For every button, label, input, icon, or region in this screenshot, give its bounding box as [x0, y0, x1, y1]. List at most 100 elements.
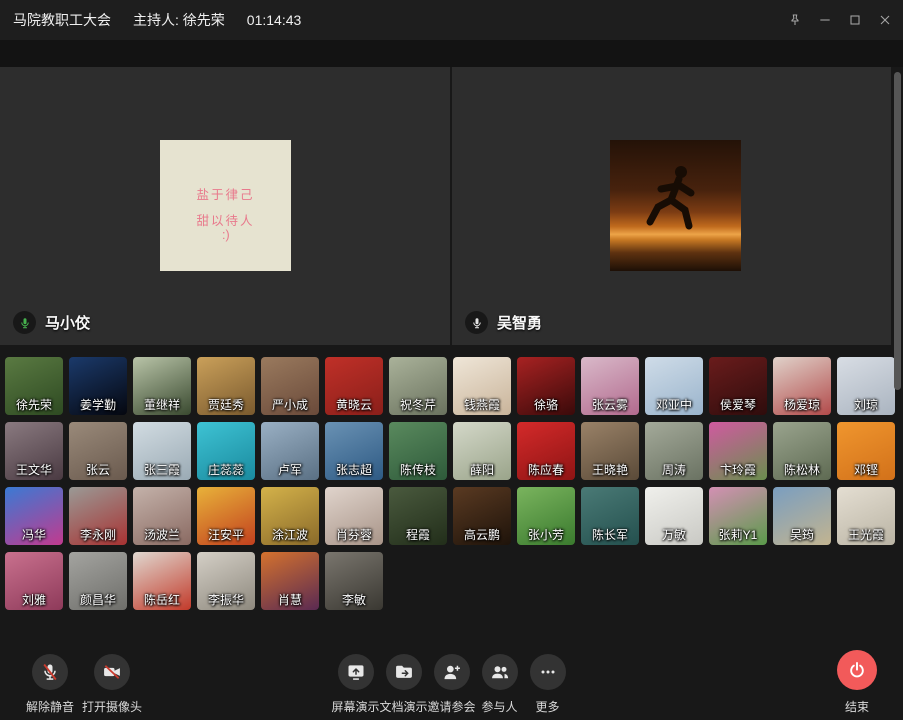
participant-name: 薛阳 [470, 461, 494, 478]
participants-button[interactable]: 参与人 [476, 654, 524, 715]
participant-tile[interactable]: 涂江波 [261, 487, 319, 545]
participant-tile[interactable]: 程霞 [389, 487, 447, 545]
participant-name: 吴筠 [790, 526, 814, 543]
participant-name: 汪安平 [208, 526, 244, 543]
participant-tile[interactable]: 张三霞 [133, 422, 191, 480]
invite-button[interactable]: 邀请参会 [428, 654, 476, 715]
participant-tile[interactable]: 张小芳 [517, 487, 575, 545]
participant-tile[interactable]: 邓亚中 [645, 357, 703, 415]
participant-tile[interactable]: 祝冬芹 [389, 357, 447, 415]
screen-share-button[interactable]: 屏幕演示 [332, 654, 380, 715]
participant-tile[interactable]: 董继祥 [133, 357, 191, 415]
participant-name: 高云鹏 [464, 526, 500, 543]
participant-tile[interactable]: 张云 [69, 422, 127, 480]
participant-name: 邓亚中 [656, 396, 692, 413]
participant-tile[interactable]: 贾廷秀 [197, 357, 255, 415]
participant-tile[interactable]: 徐骆 [517, 357, 575, 415]
stage-name-bar: 吴智勇 [465, 311, 542, 334]
doc-share-button[interactable]: 文档演示 [380, 654, 428, 715]
participant-tile[interactable]: 姜学勤 [69, 357, 127, 415]
power-icon [837, 650, 877, 690]
participant-name: 李永刚 [80, 526, 116, 543]
more-button[interactable]: 更多 [524, 654, 572, 715]
close-icon[interactable] [873, 8, 897, 32]
participant-tile[interactable]: 卞玲霞 [709, 422, 767, 480]
participant-tile[interactable]: 张云雾 [581, 357, 639, 415]
camera-off-icon [94, 654, 130, 690]
participant-tile[interactable]: 汤波兰 [133, 487, 191, 545]
participant-tile[interactable]: 周涛 [645, 422, 703, 480]
participant-tile[interactable]: 薛阳 [453, 422, 511, 480]
participant-name: 徐先荣 [16, 396, 52, 413]
participant-tile[interactable]: 王文华 [5, 422, 63, 480]
participant-tile[interactable]: 王光霞 [837, 487, 895, 545]
stage-tile-wuzhiyong[interactable]: 吴智勇 [452, 67, 891, 345]
maximize-icon[interactable] [843, 8, 867, 32]
participant-tile[interactable]: 刘雅 [5, 552, 63, 610]
participant-name: 万敏 [662, 526, 686, 543]
participant-tile[interactable]: 卢军 [261, 422, 319, 480]
stage-tile-maxiaojiao[interactable]: 盐于律己 甜以待人 :) 马小佼 [0, 67, 450, 345]
camera-on-button[interactable]: 打开摄像头 [82, 654, 142, 715]
participant-tile[interactable]: 李敏 [325, 552, 383, 610]
participant-tile[interactable]: 侯爱琴 [709, 357, 767, 415]
participant-tile[interactable]: 刘琼 [837, 357, 895, 415]
participant-tile[interactable]: 黄晓云 [325, 357, 383, 415]
runner-sunset-image [610, 140, 741, 271]
participant-name: 庄蕊蕊 [208, 461, 244, 478]
participant-name: 钱燕霞 [464, 396, 500, 413]
folder-share-icon [386, 654, 422, 690]
participant-name: 刘琼 [854, 396, 878, 413]
window-controls [783, 0, 897, 40]
participant-tile[interactable]: 李振华 [197, 552, 255, 610]
participant-tile[interactable]: 陈松林 [773, 422, 831, 480]
screen-share-icon [338, 654, 374, 690]
participant-tile[interactable]: 陈传枝 [389, 422, 447, 480]
person-add-icon [434, 654, 470, 690]
participant-tile[interactable]: 徐先荣 [5, 357, 63, 415]
participant-tile[interactable]: 王晓艳 [581, 422, 639, 480]
participant-tile[interactable]: 万敏 [645, 487, 703, 545]
participant-tile[interactable]: 陈应春 [517, 422, 575, 480]
participant-name: 周涛 [662, 461, 686, 478]
participant-tile[interactable]: 汪安平 [197, 487, 255, 545]
participant-tile[interactable]: 肖芬蓉 [325, 487, 383, 545]
participant-tile[interactable]: 邓铿 [837, 422, 895, 480]
participant-tile[interactable]: 颜昌华 [69, 552, 127, 610]
end-meeting-button[interactable]: 结束 [837, 650, 877, 715]
participant-tile[interactable]: 冯华 [5, 487, 63, 545]
participant-name: 汤波兰 [144, 526, 180, 543]
participant-tile[interactable]: 陈岳红 [133, 552, 191, 610]
participant-name: 王晓艳 [592, 461, 628, 478]
pin-icon[interactable] [783, 8, 807, 32]
participant-tile[interactable]: 张志超 [325, 422, 383, 480]
participant-name: 祝冬芹 [400, 396, 436, 413]
meeting-timer: 01:14:43 [247, 12, 302, 28]
participant-name: 姜学勤 [80, 396, 116, 413]
participant-tile[interactable]: 肖慧 [261, 552, 319, 610]
participant-name: 杨爱琼 [784, 396, 820, 413]
participant-tile[interactable]: 严小成 [261, 357, 319, 415]
participant-tile[interactable]: 庄蕊蕊 [197, 422, 255, 480]
participant-name: 卢军 [278, 461, 302, 478]
scrollbar-thumb[interactable] [894, 72, 901, 390]
participant-tile[interactable]: 高云鹏 [453, 487, 511, 545]
participant-name: 张三霞 [144, 461, 180, 478]
minimize-icon[interactable] [813, 8, 837, 32]
unmute-button[interactable]: 解除静音 [24, 654, 76, 715]
participant-name: 肖芬蓉 [336, 526, 372, 543]
participant-tile[interactable]: 陈长军 [581, 487, 639, 545]
participant-tile[interactable]: 李永刚 [69, 487, 127, 545]
mic-active-icon [13, 311, 36, 334]
participant-tile[interactable]: 吴筠 [773, 487, 831, 545]
participant-tile[interactable]: 钱燕霞 [453, 357, 511, 415]
stage-participant-name: 马小佼 [45, 312, 90, 333]
participant-name: 冯华 [22, 526, 46, 543]
participant-name: 张云雾 [592, 396, 628, 413]
titlebar: 马院教职工大会 主持人: 徐先荣 01:14:43 [0, 0, 903, 40]
mic-muted-icon [32, 654, 68, 690]
participant-name: 陈岳红 [144, 591, 180, 608]
participant-tile[interactable]: 杨爱琼 [773, 357, 831, 415]
shared-image-card: 盐于律己 甜以待人 :) [160, 140, 291, 271]
participant-tile[interactable]: 张莉Y1 [709, 487, 767, 545]
